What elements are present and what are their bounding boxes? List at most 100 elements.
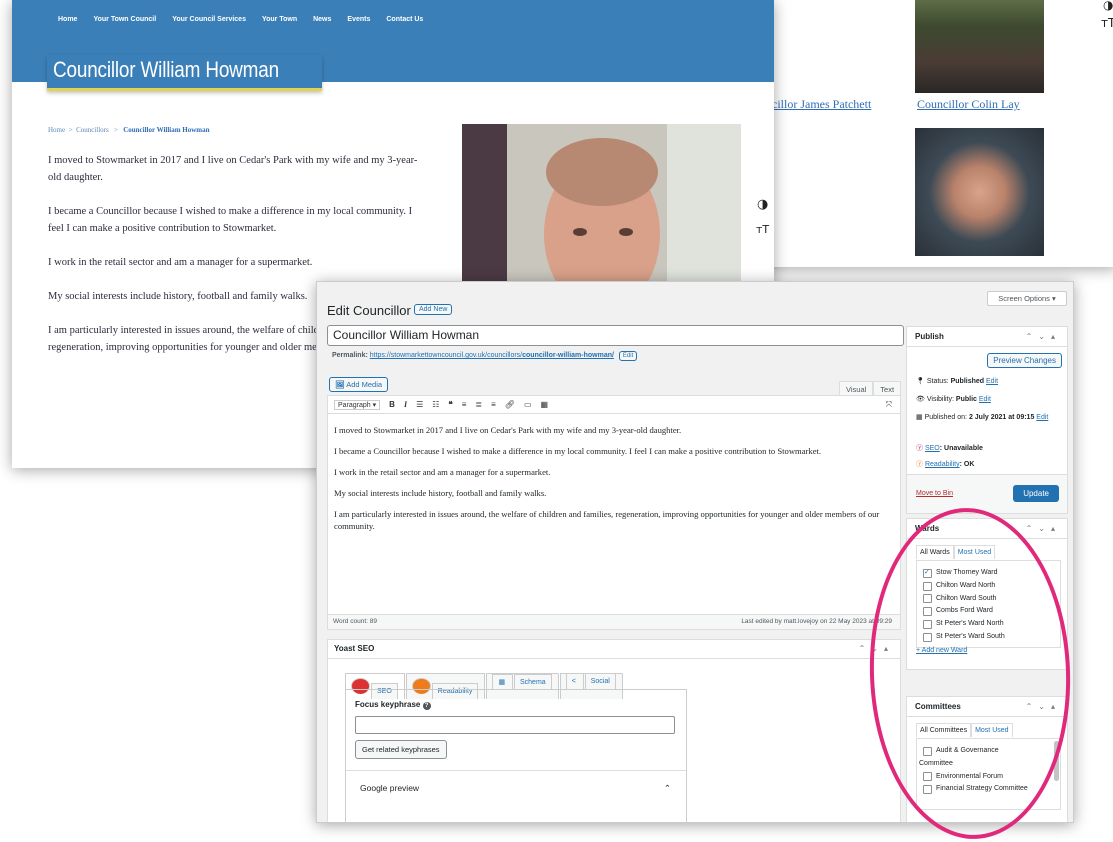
move-to-bin-link[interactable]: Move to Bin bbox=[916, 490, 953, 497]
focus-keyphrase-input[interactable] bbox=[355, 716, 675, 734]
add-new-button[interactable]: Add New bbox=[414, 304, 453, 315]
calendar-icon: ▦ bbox=[916, 414, 923, 421]
breadcrumb-councillors[interactable]: Councillors bbox=[76, 126, 109, 134]
content-paragraph: I am particularly interested in issues a… bbox=[334, 509, 880, 531]
nav-events[interactable]: Events bbox=[347, 16, 370, 23]
publish-header[interactable]: Publish ⌃⌄▴ bbox=[907, 327, 1067, 347]
visibility-label: Visibility: bbox=[926, 396, 954, 403]
seo-link[interactable]: SEO bbox=[925, 445, 940, 452]
update-button[interactable]: Update bbox=[1013, 485, 1059, 502]
published-label: Published on: bbox=[924, 414, 967, 421]
seo-value: : Unavailable bbox=[939, 445, 983, 452]
align-left-icon[interactable]: ≡ bbox=[462, 400, 467, 409]
bullet-list-icon[interactable]: ☰ bbox=[416, 400, 423, 409]
word-count: Word count: 89 bbox=[333, 618, 377, 625]
screen-options-button[interactable]: Screen Options ▾ bbox=[987, 291, 1067, 306]
content-paragraph: I work in the retail sector and am a man… bbox=[334, 467, 551, 477]
main-nav: Home Your Town Council Your Council Serv… bbox=[58, 16, 423, 23]
add-media-label: Add Media bbox=[346, 380, 383, 389]
nav-contact-us[interactable]: Contact Us bbox=[386, 16, 423, 23]
preview-changes-button[interactable]: Preview Changes bbox=[987, 353, 1062, 368]
chevron-up-icon: ⌃ bbox=[663, 783, 671, 793]
breadcrumb-separator: > bbox=[113, 126, 118, 134]
contrast-icon[interactable]: ◑ bbox=[757, 197, 768, 212]
published-edit-link[interactable]: Edit bbox=[1036, 414, 1048, 421]
breadcrumb-separator: > bbox=[68, 126, 73, 134]
focus-keyphrase-text: Focus keyphrase bbox=[355, 700, 421, 709]
align-center-icon[interactable]: ≣ bbox=[475, 400, 482, 409]
yoast-header[interactable]: Yoast SEO ⌃⌄▴ bbox=[328, 640, 900, 659]
text-size-icon[interactable]: тT bbox=[1101, 16, 1113, 30]
permalink: Permalink: https://stowmarkettowncouncil… bbox=[332, 351, 638, 361]
yoast-title: Yoast SEO bbox=[334, 644, 375, 653]
link-icon[interactable]: 🔗︎ bbox=[505, 400, 515, 409]
last-edited: Last edited by matt.lovejoy on 22 May 20… bbox=[741, 618, 892, 625]
breadcrumb: Home > Councillors > Councillor William … bbox=[48, 126, 210, 134]
status-edit-link[interactable]: Edit bbox=[986, 378, 998, 385]
nav-home[interactable]: Home bbox=[58, 16, 77, 23]
google-preview-label: Google preview bbox=[360, 783, 420, 793]
italic-icon[interactable]: I bbox=[404, 400, 407, 409]
yoast-icon: ⓨ bbox=[916, 445, 923, 452]
councillor-link-colin-lay[interactable]: Councillor Colin Lay bbox=[917, 97, 1020, 112]
breadcrumb-home[interactable]: Home bbox=[48, 126, 65, 134]
format-select[interactable]: Paragraph ▾ bbox=[334, 399, 381, 410]
publish-title: Publish bbox=[915, 332, 944, 341]
read-more-icon[interactable]: ▭ bbox=[524, 400, 532, 409]
readability-row: ⓨ Readability: OK bbox=[916, 460, 974, 470]
box-arrows-icon[interactable]: ⌃⌄▴ bbox=[1026, 519, 1061, 538]
content-paragraph: I became a Councillor because I wished t… bbox=[334, 446, 822, 456]
editor-toolbar: Paragraph ▾ B I ☰ ☷ ❝ ≡ ≣ ≡ 🔗︎ ▭ ▦ ⤧ bbox=[328, 396, 900, 414]
councillor-photo-4[interactable] bbox=[915, 128, 1044, 256]
councillor-photo-colin-lay[interactable] bbox=[915, 0, 1044, 93]
published-row: ▦ Published on: 2 July 2021 at 09:15 Edi… bbox=[916, 413, 1061, 423]
align-right-icon[interactable]: ≡ bbox=[491, 400, 496, 409]
format-select-value: Paragraph bbox=[338, 401, 371, 409]
bio-paragraph: I became a Councillor because I wished t… bbox=[48, 206, 413, 234]
numbered-list-icon[interactable]: ☷ bbox=[432, 400, 439, 409]
councillor-link-james-patchett[interactable]: cillor James Patchett bbox=[772, 97, 871, 112]
pin-icon: 📍︎ bbox=[916, 378, 925, 385]
yoast-seo-panel: Focus keyphrase ? Get related keyphrases… bbox=[345, 689, 687, 822]
post-title-input[interactable]: Councillor William Howman bbox=[327, 325, 904, 346]
editor-content[interactable]: I moved to Stowmarket in 2017 and I live… bbox=[328, 414, 900, 551]
contrast-icon[interactable]: ◑ bbox=[1103, 0, 1113, 12]
visibility-value: Public bbox=[955, 396, 977, 403]
visibility-row: 👁︎ Visibility: Public Edit bbox=[916, 395, 991, 405]
nav-news[interactable]: News bbox=[313, 16, 331, 23]
yoast-seo-box: Yoast SEO ⌃⌄▴ SEO Readability ▦ Schema <… bbox=[327, 639, 901, 822]
breadcrumb-current: Councillor William Howman bbox=[123, 126, 210, 134]
box-arrows-icon[interactable]: ⌃⌄▴ bbox=[1026, 327, 1061, 346]
bold-icon[interactable]: B bbox=[389, 400, 395, 409]
nav-your-town[interactable]: Your Town bbox=[262, 16, 297, 23]
edit-heading: Edit Councillor bbox=[327, 303, 411, 318]
councillor-portrait bbox=[462, 124, 741, 290]
toolbar-toggle-icon[interactable]: ▦ bbox=[541, 400, 549, 409]
blockquote-icon[interactable]: ❝ bbox=[448, 400, 452, 409]
content-editor[interactable]: Paragraph ▾ B I ☰ ☷ ❝ ≡ ≣ ≡ 🔗︎ ▭ ▦ ⤧ I m… bbox=[327, 395, 901, 630]
readability-link[interactable]: Readability bbox=[925, 461, 960, 468]
permalink-link[interactable]: https://stowmarkettowncouncil.gov.uk/cou… bbox=[370, 352, 614, 359]
nav-your-town-council[interactable]: Your Town Council bbox=[93, 16, 156, 23]
tab-schema-label: Schema bbox=[514, 674, 552, 690]
seo-row: ⓨ SEO: Unavailable bbox=[916, 444, 983, 454]
fullscreen-icon[interactable]: ⤧ bbox=[886, 400, 892, 410]
nav-your-council-services[interactable]: Your Council Services bbox=[172, 16, 246, 23]
permalink-label: Permalink: bbox=[332, 352, 368, 359]
content-paragraph: I moved to Stowmarket in 2017 and I live… bbox=[334, 425, 682, 435]
published-value: 2 July 2021 at 09:15 bbox=[968, 414, 1035, 421]
permalink-edit-button[interactable]: Edit bbox=[618, 351, 638, 361]
tab-social-label: Social bbox=[584, 673, 616, 689]
google-preview-toggle[interactable]: Google preview ⌃ bbox=[346, 770, 686, 804]
add-media-button[interactable]: 🖼︎ Add Media bbox=[329, 377, 389, 392]
share-icon: < bbox=[565, 673, 584, 689]
content-paragraph: My social interests include history, foo… bbox=[334, 488, 547, 498]
text-size-icon[interactable]: тT bbox=[756, 223, 769, 236]
related-keyphrases-button[interactable]: Get related keyphrases bbox=[355, 740, 447, 759]
portrait-image bbox=[462, 124, 741, 290]
page-title-box: Councillor William Howman bbox=[47, 55, 322, 91]
publish-actions: Move to Bin Update bbox=[907, 474, 1067, 513]
visibility-edit-link[interactable]: Edit bbox=[979, 396, 991, 403]
bio-paragraph: I moved to Stowmarket in 2017 and I live… bbox=[48, 155, 418, 183]
help-icon[interactable]: ? bbox=[422, 702, 431, 710]
